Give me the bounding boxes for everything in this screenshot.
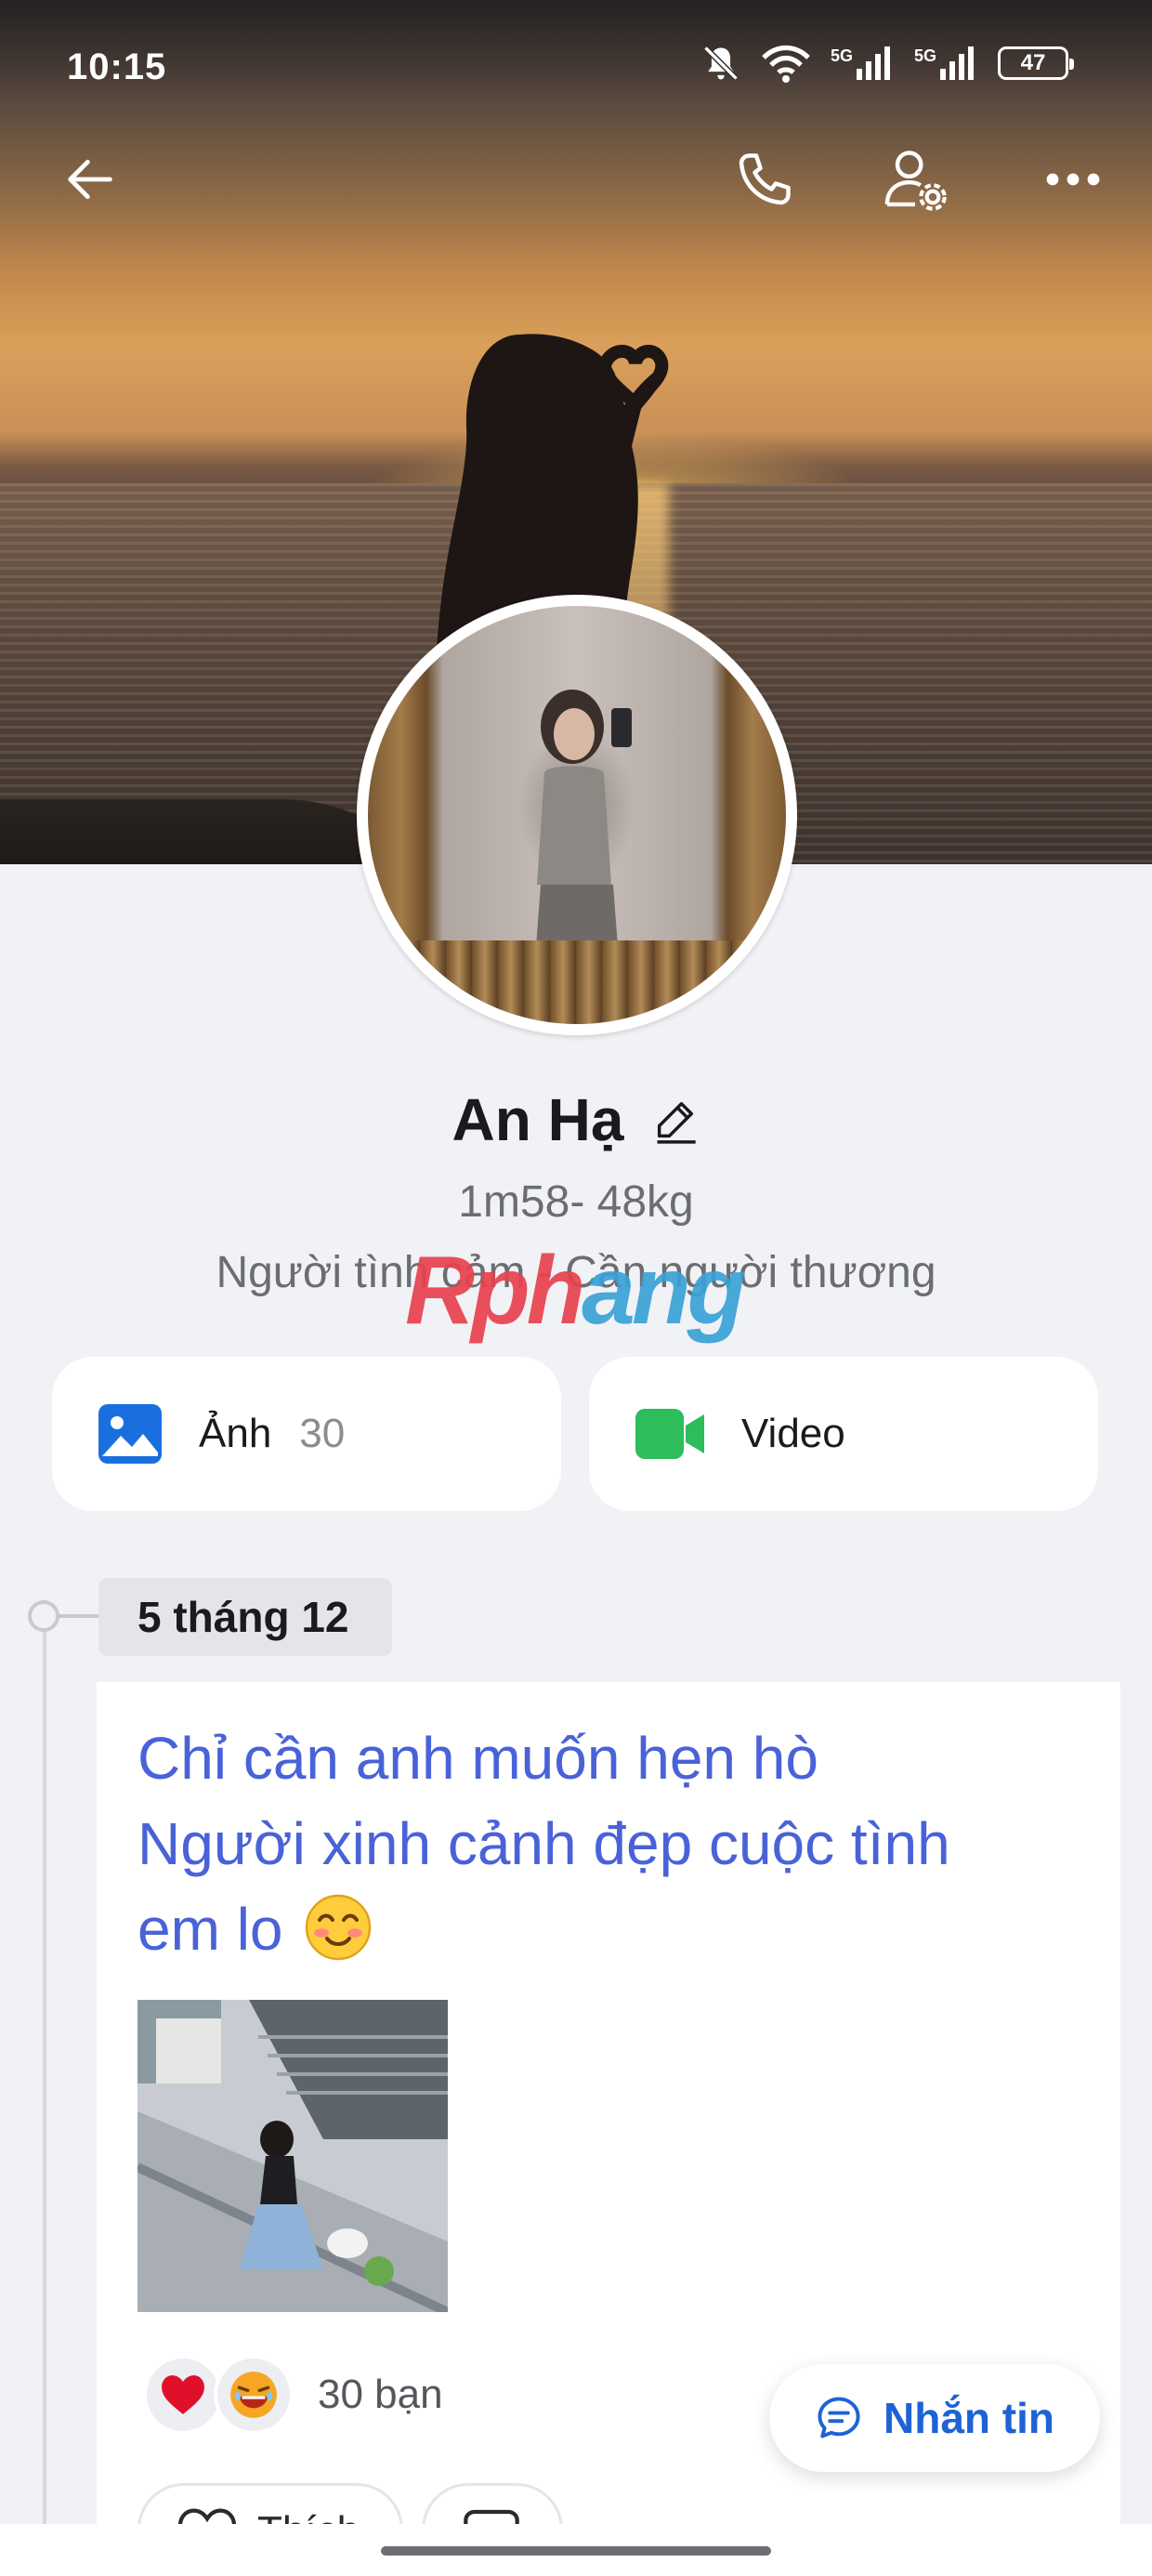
bio-line-1: 1m58- 48kg	[458, 1177, 694, 1227]
signal-bars-icon	[856, 46, 890, 80]
heart-reaction	[143, 2355, 223, 2435]
name-row: An Hạ	[0, 1085, 1152, 1154]
send-message-label: Nhắn tin	[884, 2394, 1054, 2442]
mirror-frame	[368, 940, 786, 1024]
avatar[interactable]	[357, 595, 797, 1035]
blush-emoji-icon	[306, 1894, 372, 1961]
status-bar: 10:15 5G 5G 47	[0, 0, 1152, 102]
reactions[interactable]: 30 bạn	[143, 2355, 443, 2435]
photos-label: Ảnh	[199, 1411, 271, 1457]
post-photo-image	[137, 2000, 448, 2312]
photo-icon	[98, 1404, 162, 1464]
post-photo[interactable]	[137, 2000, 448, 2312]
edit-icon	[657, 1101, 697, 1144]
video-button[interactable]: Video	[589, 1357, 1098, 1511]
profile-name: An Hạ	[452, 1086, 624, 1153]
chat-icon	[818, 2397, 860, 2438]
wifi-icon	[762, 45, 810, 83]
phone-icon	[739, 153, 791, 205]
timeline-dot	[28, 1600, 59, 1632]
person-settings-icon	[884, 151, 947, 211]
timeline-date: 5 tháng 12	[98, 1578, 392, 1656]
photos-button[interactable]: Ảnh 30	[52, 1357, 561, 1511]
watermark-logo: Rphang	[405, 1236, 746, 1347]
video-label: Video	[741, 1411, 845, 1456]
heart-icon	[162, 2375, 204, 2414]
mute-bell-icon	[703, 46, 739, 81]
avatar-figure	[535, 690, 632, 959]
back-button[interactable]	[48, 138, 132, 221]
laugh-icon	[230, 2372, 277, 2418]
battery-level: 47	[1020, 50, 1046, 75]
post-line-3: em lo	[137, 1896, 283, 1963]
timeline-connector	[58, 1614, 98, 1618]
signal-5g-2: 5G	[914, 46, 977, 80]
edit-name-button[interactable]	[651, 1096, 700, 1144]
status-icons: 5G 5G 47	[700, 43, 1074, 84]
network-label-1: 5G	[830, 46, 853, 65]
signal-bars-icon	[940, 46, 974, 80]
more-button[interactable]	[1031, 138, 1115, 221]
post-line-2: Người xinh cảnh đẹp cuộc tình	[137, 1810, 950, 1877]
photos-label-text: Ảnh	[199, 1411, 272, 1456]
home-indicator[interactable]	[381, 2546, 771, 2556]
post-line-3-row: em lo	[137, 1886, 1085, 1972]
post-text: Chỉ cần anh muốn hẹn hò Người xinh cảnh …	[137, 1715, 1085, 1972]
signal-5g-1: 5G	[831, 46, 894, 80]
photos-count: 30	[299, 1411, 346, 1456]
network-label-2: 5G	[913, 46, 936, 65]
reaction-count: 30 bạn	[318, 2372, 443, 2417]
more-icon	[1046, 173, 1100, 186]
post-line-1: Chỉ cần anh muốn hẹn hò	[137, 1725, 818, 1792]
status-time: 10:15	[67, 46, 167, 87]
call-button[interactable]	[723, 138, 806, 221]
watermark-part-1: Rph	[405, 1237, 585, 1345]
battery-indicator: 47	[998, 46, 1074, 80]
cover-rocks	[0, 799, 390, 864]
profile-settings-button[interactable]	[873, 138, 957, 221]
back-arrow-icon	[68, 159, 112, 200]
send-message-button[interactable]: Nhắn tin	[769, 2364, 1100, 2472]
watermark-part-2: ang	[582, 1237, 746, 1345]
laugh-reaction	[214, 2355, 294, 2435]
timeline-line	[43, 1628, 46, 2576]
video-camera-icon	[635, 1409, 704, 1459]
